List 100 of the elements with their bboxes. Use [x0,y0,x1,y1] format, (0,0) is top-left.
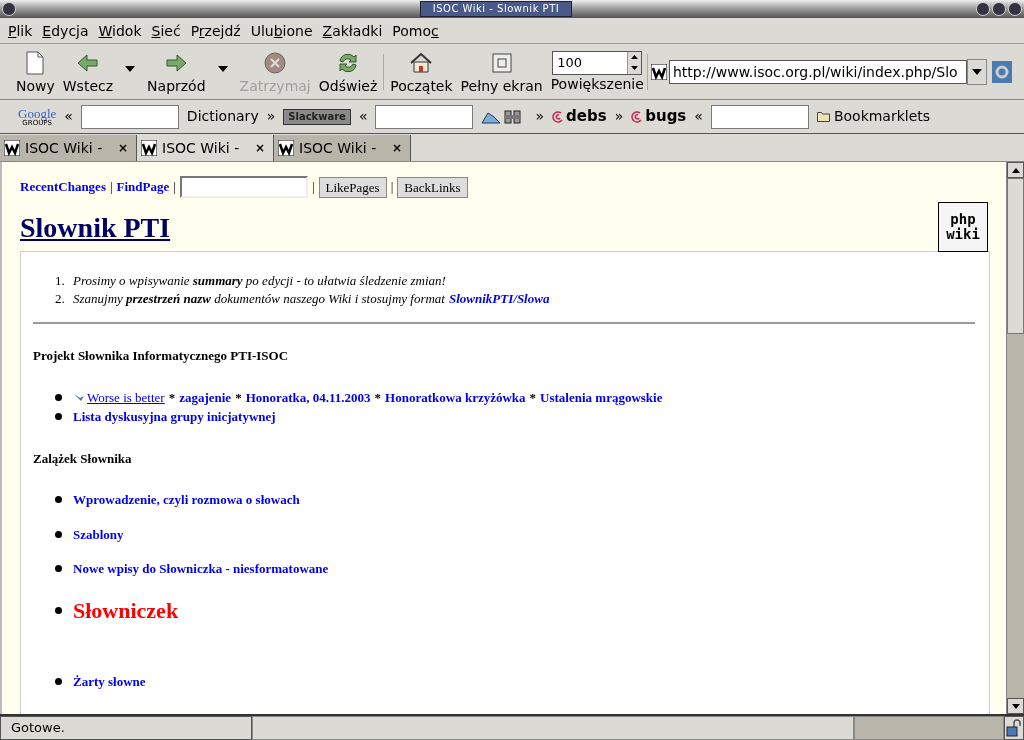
dropdown-caret-icon[interactable] [125,65,136,72]
menu-item[interactable]: Plik [3,20,38,41]
page-search-field[interactable] [179,176,308,198]
bookmark-search-field[interactable] [710,104,809,129]
nav-button[interactable]: LikePages [318,176,387,198]
bookmark-label[interactable]: « [690,106,707,127]
logo-text: php [950,212,976,227]
toolbar-button[interactable]: Początek [386,48,457,95]
browser-tab[interactable]: ISOC Wiki - × [274,135,411,161]
scroll-thumb[interactable] [1007,178,1024,334]
address-dropdown-button[interactable] [966,58,987,85]
bullet [55,393,62,401]
caret-icon[interactable] [971,68,982,75]
maximize-button[interactable] [992,2,1006,16]
vertical-scrollbar[interactable] [1006,162,1024,714]
zoom-spinner[interactable]: 100 [552,50,643,75]
toolbar-button[interactable]: Wstecz [58,48,118,95]
minimize-button[interactable] [976,2,990,16]
logo-text: wiki [946,227,980,242]
nav-link[interactable]: FindPage [116,177,170,197]
note-text: Szanujmy przestrzeń nazw dokumentów naszego Wiki i stosujmy format [73,290,445,308]
menu-item[interactable]: Pomoc [387,20,444,41]
zoom-label: Powiększenie [550,74,644,93]
toolbar-button[interactable]: Odśwież [314,48,382,95]
swirl-icon [552,109,565,124]
nav-separator: | [173,178,176,197]
bookmark-label[interactable]: » [610,106,628,127]
throbber-icon [991,60,1012,83]
note-text: Prosimy o wpisywanie summary po edycji - to ułatwia śledzenie zmian! [73,272,446,290]
menu-item[interactable]: Widok [93,20,147,41]
nav-separator: | [311,178,315,197]
wiki-link[interactable]: Honoratkowa krzyżówka [385,387,526,407]
wiki-link[interactable]: SlownikPTI/Slowa [449,290,550,308]
link-separator: * [235,388,242,407]
wiki-link[interactable]: zagajenie [179,387,232,407]
menu-item[interactable]: Przejdź [185,20,246,41]
debian-bookmark[interactable]: debs [548,105,611,128]
bookmark-search-field[interactable] [375,104,474,129]
nav-separator: | [390,178,394,197]
menu-item[interactable]: Sieć [146,20,186,41]
bookmark-search-field[interactable] [80,104,179,129]
tab-close-button[interactable]: × [117,139,128,157]
swirl-icon [631,109,644,124]
spin-up-icon[interactable] [631,55,639,59]
tab-close-button[interactable]: × [254,139,265,157]
bullet [55,606,62,614]
menu-item[interactable]: Zakładki [317,20,388,41]
phpwiki-logo[interactable]: php wiki [938,202,988,252]
close-button[interactable] [1008,2,1022,16]
slackware-badge[interactable]: Slackware [283,108,351,125]
site-favicon [141,140,157,156]
nav-separator: | [109,178,113,197]
bullet [55,565,62,573]
debian-bookmark[interactable]: bugs [627,105,691,128]
tab-close-button[interactable]: × [391,139,402,157]
bookmark-label[interactable]: « [354,106,372,127]
link-separator: * [529,388,537,407]
spin-down-icon[interactable] [631,66,639,70]
bullet [55,413,62,421]
status-text: Gotowe. [0,716,252,740]
window-title: ISOC Wiki - Slownik PTI [419,1,573,17]
toolbar-button[interactable]: Nowy [12,48,59,95]
bullet [55,530,62,538]
wiki-link[interactable]: Lista dyskusyjna grupy inicjatywnej [73,407,276,427]
window-menu-button[interactable] [2,2,16,16]
wiki-link[interactable]: Ustalenia mrągowskie [540,387,663,407]
bookmark-folder[interactable]: Bookmarklets [812,106,935,127]
link-separator: * [374,388,382,407]
bullet [55,677,62,685]
wiki-link[interactable]: Żarty słowne [73,671,146,691]
toolbar-button[interactable]: Pełny ekran [456,48,547,95]
site-favicon [650,63,667,80]
browser-tab[interactable]: ISOC Wiki - × [0,135,137,161]
wiki-link[interactable]: Honoratka, 04.11.2003 [245,387,371,407]
up-arrow-icon [1011,167,1020,173]
link-separator: * [168,388,176,407]
list-number: 1. [55,272,66,290]
featured-wiki-link[interactable]: Słowniczek [73,593,179,627]
list-number: 2. [55,290,66,308]
toolbar-button[interactable]: Naprzód [143,48,210,95]
section-heading: Projekt Słownika Informatycznego PTI-ISOC [33,347,290,365]
wiki-link[interactable]: Szablony [73,524,124,544]
bookmark-label[interactable]: » [531,106,549,127]
bookmark-label[interactable]: « [60,106,77,127]
bookmark-label[interactable]: » [262,106,280,127]
section-heading: Zalążek Słownika [33,449,133,468]
external-link[interactable]: Worse is better [87,387,165,407]
dropdown-caret-icon[interactable] [217,65,228,72]
menu-item[interactable]: Ulubione [245,20,318,41]
wiki-link[interactable]: Wprowadzenie, czyli rozmowa o słowach [73,490,300,510]
bookmark-label[interactable]: Dictionary [182,106,263,127]
wiki-link[interactable]: Nowe wpisy do Słowniczka - niesformatowane [73,559,329,579]
scroll-down-button[interactable] [1007,698,1024,714]
folder-icon [816,111,830,122]
page-title[interactable]: Slownik PTI [20,208,171,248]
menu-item[interactable]: Edycja [37,20,94,41]
scroll-up-button[interactable] [1007,162,1024,178]
unlocked-padlock-icon [1006,719,1022,737]
nav-link[interactable]: RecentChanges [20,177,106,197]
nav-button[interactable]: BackLinks [397,176,468,198]
